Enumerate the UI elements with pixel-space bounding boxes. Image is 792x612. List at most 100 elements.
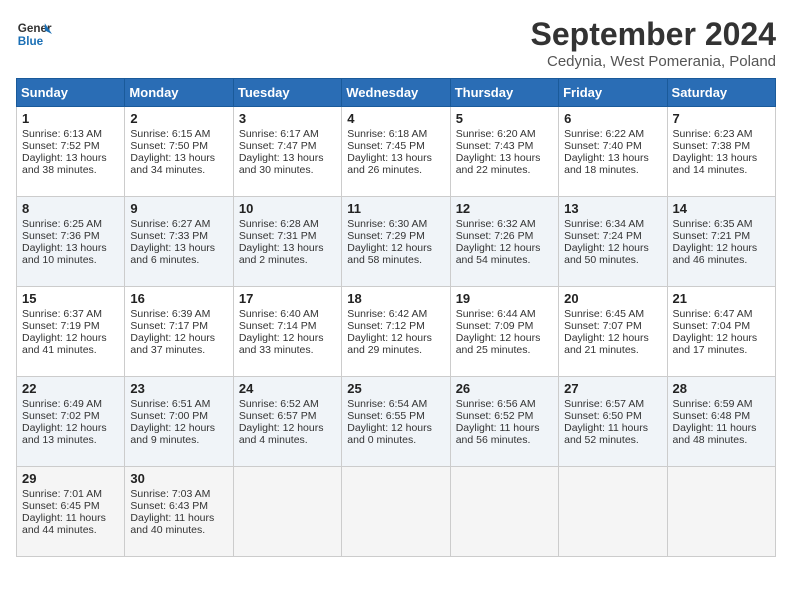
- day-info-line: Sunset: 7:43 PM: [456, 140, 553, 152]
- calendar-cell: [559, 467, 667, 557]
- calendar-cell: 20Sunrise: 6:45 AMSunset: 7:07 PMDayligh…: [559, 287, 667, 377]
- weekday-header-wednesday: Wednesday: [342, 79, 450, 107]
- day-info-line: Sunset: 6:43 PM: [130, 500, 227, 512]
- day-info-line: and 37 minutes.: [130, 344, 227, 356]
- calendar-week-row: 22 Sunrise: 6:49 AMSunset: 7:02 PM Dayligh…: [17, 377, 776, 467]
- day-info-line: Sunset: 7:38 PM: [673, 140, 770, 152]
- day-info-line: Sunset: 7:45 PM: [347, 140, 444, 152]
- calendar-cell: 29Sunrise: 7:01 AMSunset: 6:45 PMDayligh…: [17, 467, 125, 557]
- day-number: 8: [22, 201, 119, 216]
- calendar-cell: [667, 467, 775, 557]
- day-info-line: Sunrise: 6:20 AM: [456, 128, 553, 140]
- day-info-line: Daylight: 12 hours: [239, 332, 336, 344]
- day-info-line: and 14 minutes.: [673, 164, 770, 176]
- day-info-line: Sunset: 7:40 PM: [564, 140, 661, 152]
- day-info-line: Sunrise: 6:28 AM: [239, 218, 336, 230]
- day-number: 27: [564, 381, 661, 396]
- day-info-line: Sunrise: 6:49 AM: [22, 398, 119, 410]
- day-info-line: Sunrise: 7:03 AM: [130, 488, 227, 500]
- day-info-line: Daylight: 12 hours: [456, 242, 553, 254]
- day-info-line: Daylight: 13 hours: [239, 152, 336, 164]
- day-number: 28: [673, 381, 770, 396]
- day-info-line: Sunset: 7:21 PM: [673, 230, 770, 242]
- day-info-line: and 46 minutes.: [673, 254, 770, 266]
- day-info-line: Sunrise: 6:44 AM: [456, 308, 553, 320]
- day-info-line: Sunrise: 6:39 AM: [130, 308, 227, 320]
- day-info-line: Sunrise: 6:18 AM: [347, 128, 444, 140]
- calendar-cell: 1Sunrise: 6:13 AMSunset: 7:52 PMDaylight…: [17, 107, 125, 197]
- weekday-header-thursday: Thursday: [450, 79, 558, 107]
- day-info-line: Sunrise: 6:30 AM: [347, 218, 444, 230]
- day-info-line: Daylight: 11 hours: [130, 512, 227, 524]
- day-info-line: Sunrise: 6:35 AM: [673, 218, 770, 230]
- calendar-cell: [233, 467, 341, 557]
- day-info-line: and 58 minutes.: [347, 254, 444, 266]
- day-number: 22: [22, 381, 119, 396]
- day-info-line: Sunset: 7:33 PM: [130, 230, 227, 242]
- calendar-cell: 15Sunrise: 6:37 AMSunset: 7:19 PMDayligh…: [17, 287, 125, 377]
- day-info-line: Daylight: 12 hours: [564, 242, 661, 254]
- day-number: 13: [564, 201, 661, 216]
- day-info-line: Daylight: 12 hours: [564, 332, 661, 344]
- day-info-line: Daylight: 11 hours: [564, 422, 661, 434]
- day-info-line: and 26 minutes.: [347, 164, 444, 176]
- day-info-line: and 40 minutes.: [130, 524, 227, 536]
- day-info-line: Daylight: 13 hours: [239, 242, 336, 254]
- day-info-line: and 6 minutes.: [130, 254, 227, 266]
- calendar-cell: 17Sunrise: 6:40 AMSunset: 7:14 PMDayligh…: [233, 287, 341, 377]
- day-number: 14: [673, 201, 770, 216]
- calendar-cell: 10Sunrise: 6:28 AMSunset: 7:31 PMDayligh…: [233, 197, 341, 287]
- day-info-line: Daylight: 11 hours: [673, 422, 770, 434]
- day-info-line: Sunrise: 6:52 AM: [239, 398, 336, 410]
- calendar-cell: 13Sunrise: 6:34 AMSunset: 7:24 PMDayligh…: [559, 197, 667, 287]
- day-info-line: Daylight: 12 hours: [347, 422, 444, 434]
- day-number: 19: [456, 291, 553, 306]
- day-info-line: Sunset: 6:45 PM: [22, 500, 119, 512]
- day-info-line: Sunset: 7:36 PM: [22, 230, 119, 242]
- day-info-line: Sunset: 6:52 PM: [456, 410, 553, 422]
- calendar-cell: 4Sunrise: 6:18 AMSunset: 7:45 PMDaylight…: [342, 107, 450, 197]
- weekday-header-sunday: Sunday: [17, 79, 125, 107]
- day-info-line: Daylight: 13 hours: [347, 152, 444, 164]
- day-info-line: Sunset: 6:57 PM: [239, 410, 336, 422]
- calendar-cell: 8Sunrise: 6:25 AMSunset: 7:36 PMDaylight…: [17, 197, 125, 287]
- day-info-line: Daylight: 12 hours: [130, 422, 227, 434]
- day-info-line: Sunrise: 6:51 AM: [130, 398, 227, 410]
- day-info-line: and 38 minutes.: [22, 164, 119, 176]
- day-number: 18: [347, 291, 444, 306]
- day-number: 23: [130, 381, 227, 396]
- calendar-cell: 19Sunrise: 6:44 AMSunset: 7:09 PMDayligh…: [450, 287, 558, 377]
- day-info-line: Sunset: 7:52 PM: [22, 140, 119, 152]
- day-info-line: Daylight: 13 hours: [456, 152, 553, 164]
- day-info-line: Daylight: 12 hours: [130, 332, 227, 344]
- day-info-line: and 30 minutes.: [239, 164, 336, 176]
- day-info-line: Daylight: 13 hours: [564, 152, 661, 164]
- weekday-header-monday: Monday: [125, 79, 233, 107]
- calendar-cell: 23Sunrise: 6:51 AMSunset: 7:00 PMDayligh…: [125, 377, 233, 467]
- day-info-line: Sunrise: 6:22 AM: [564, 128, 661, 140]
- weekday-header-row: SundayMondayTuesdayWednesdayThursdayFrid…: [17, 79, 776, 107]
- day-info-line: Sunrise: 6:42 AM: [347, 308, 444, 320]
- day-info-line: and 48 minutes.: [673, 434, 770, 446]
- day-info-line: Sunset: 7:17 PM: [130, 320, 227, 332]
- month-title: September 2024: [531, 16, 776, 53]
- day-info-line: Sunrise: 6:40 AM: [239, 308, 336, 320]
- day-info-line: Daylight: 12 hours: [347, 332, 444, 344]
- calendar-cell: 28Sunrise: 6:59 AMSunset: 6:48 PMDayligh…: [667, 377, 775, 467]
- day-info-line: and 17 minutes.: [673, 344, 770, 356]
- day-info-line: Sunset: 7:19 PM: [22, 320, 119, 332]
- calendar-cell: 27Sunrise: 6:57 AMSunset: 6:50 PMDayligh…: [559, 377, 667, 467]
- day-info-line: Daylight: 12 hours: [456, 332, 553, 344]
- calendar-cell: 14Sunrise: 6:35 AMSunset: 7:21 PMDayligh…: [667, 197, 775, 287]
- day-info-line: and 10 minutes.: [22, 254, 119, 266]
- calendar-cell: 7Sunrise: 6:23 AMSunset: 7:38 PMDaylight…: [667, 107, 775, 197]
- day-info-line: Daylight: 13 hours: [673, 152, 770, 164]
- day-number: 26: [456, 381, 553, 396]
- day-number: 7: [673, 111, 770, 126]
- day-info-line: Sunset: 7:02 PM: [22, 410, 119, 422]
- calendar-cell: [450, 467, 558, 557]
- day-info-line: Sunrise: 6:59 AM: [673, 398, 770, 410]
- day-info-line: Sunset: 7:50 PM: [130, 140, 227, 152]
- calendar-cell: 11Sunrise: 6:30 AMSunset: 7:29 PMDayligh…: [342, 197, 450, 287]
- day-info-line: Daylight: 12 hours: [239, 422, 336, 434]
